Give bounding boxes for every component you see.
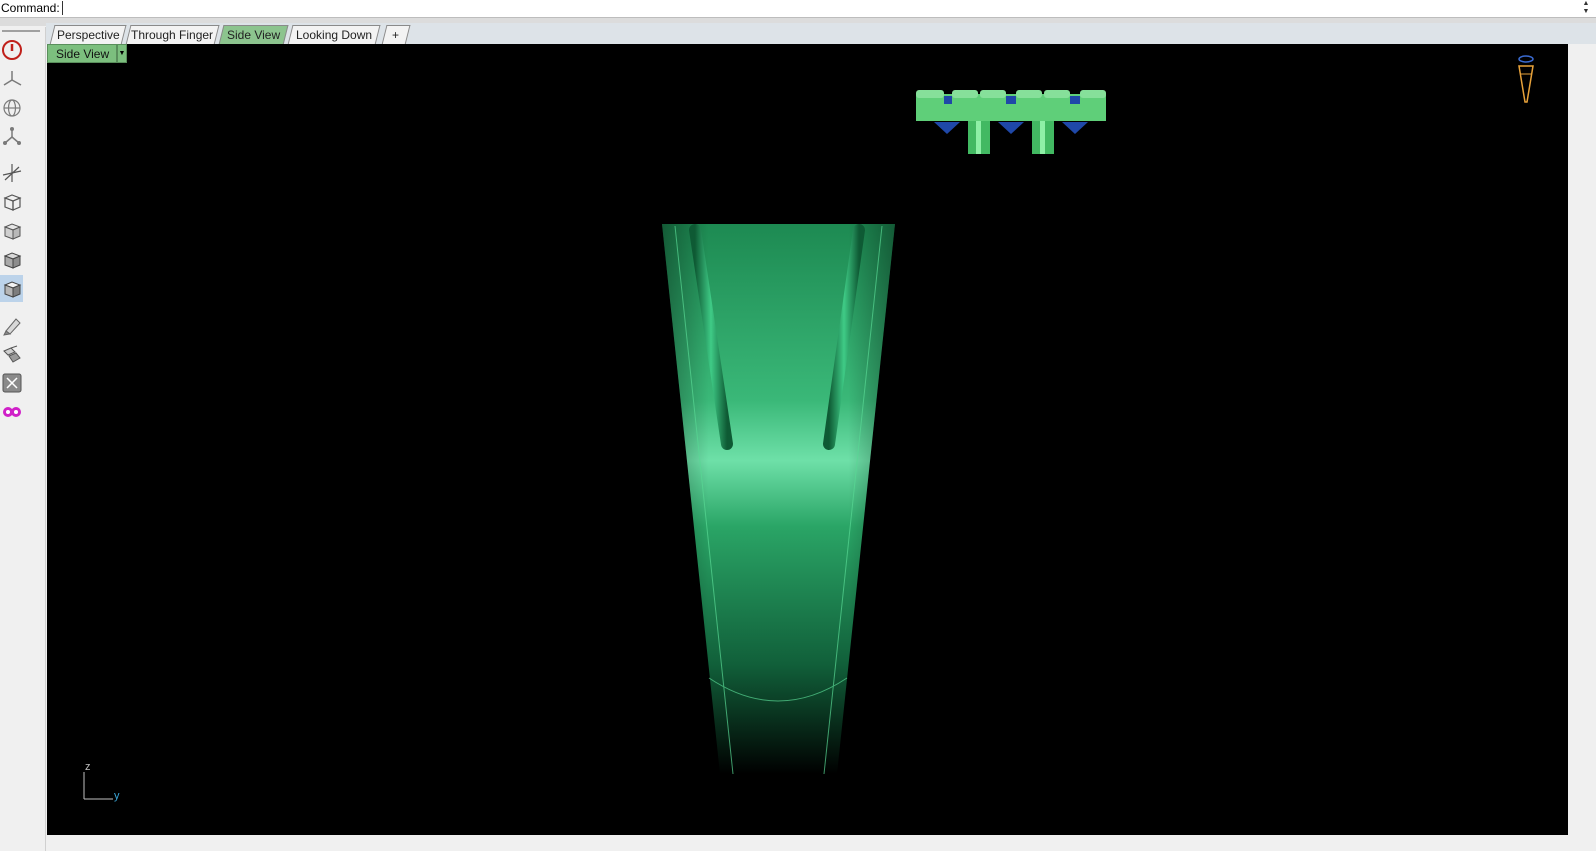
tripod-icon[interactable]	[0, 123, 23, 150]
extract-icon[interactable]	[0, 340, 23, 367]
display-settings-icon[interactable]	[0, 369, 23, 396]
command-bar: Command: ▲ ▼	[0, 0, 1596, 18]
tab-side-view[interactable]: Side View	[218, 25, 289, 45]
axis-z-label: z	[85, 761, 91, 773]
command-label: Command:	[1, 1, 60, 15]
finger-body	[662, 224, 895, 775]
add-tab-button[interactable]: +	[381, 25, 411, 45]
cplane-icon[interactable]	[0, 159, 23, 186]
box-wireframe-icon[interactable]	[0, 188, 23, 215]
viewport-side-view[interactable]: Side View ▼ z y	[47, 44, 1568, 835]
gear-plugin-icon[interactable]	[0, 398, 23, 425]
scroll-up-icon[interactable]: ▲	[1580, 0, 1592, 8]
model-canvas	[83, 55, 1534, 800]
left-toolbar	[0, 27, 46, 851]
tab-through-finger[interactable]: Through Finger	[125, 25, 220, 45]
power-icon[interactable]	[0, 36, 23, 63]
viewport-tabs: Perspective Through Finger Side View Loo…	[46, 23, 1596, 45]
status-strip	[47, 835, 1568, 851]
scroll-down-icon[interactable]: ▼	[1580, 8, 1592, 16]
command-scroll[interactable]: ▲ ▼	[1580, 0, 1592, 17]
tab-perspective[interactable]: Perspective	[49, 25, 127, 45]
command-input[interactable]	[62, 1, 1575, 15]
pencil-icon[interactable]	[0, 311, 23, 338]
toolbar-grip[interactable]	[2, 30, 40, 32]
camera-icon[interactable]	[1518, 55, 1534, 103]
axis-indicator	[83, 772, 113, 800]
sphere-grid-icon[interactable]	[0, 94, 23, 121]
box-rendered-icon[interactable]	[0, 275, 23, 302]
perspective-axes-icon[interactable]	[0, 65, 23, 92]
assembly-part	[916, 90, 1106, 154]
box-shaded-icon[interactable]	[0, 246, 23, 273]
right-gutter	[1568, 44, 1596, 851]
axis-y-label: y	[114, 790, 120, 802]
box-ghosted-icon[interactable]	[0, 217, 23, 244]
tab-looking-down[interactable]: Looking Down	[287, 25, 381, 45]
